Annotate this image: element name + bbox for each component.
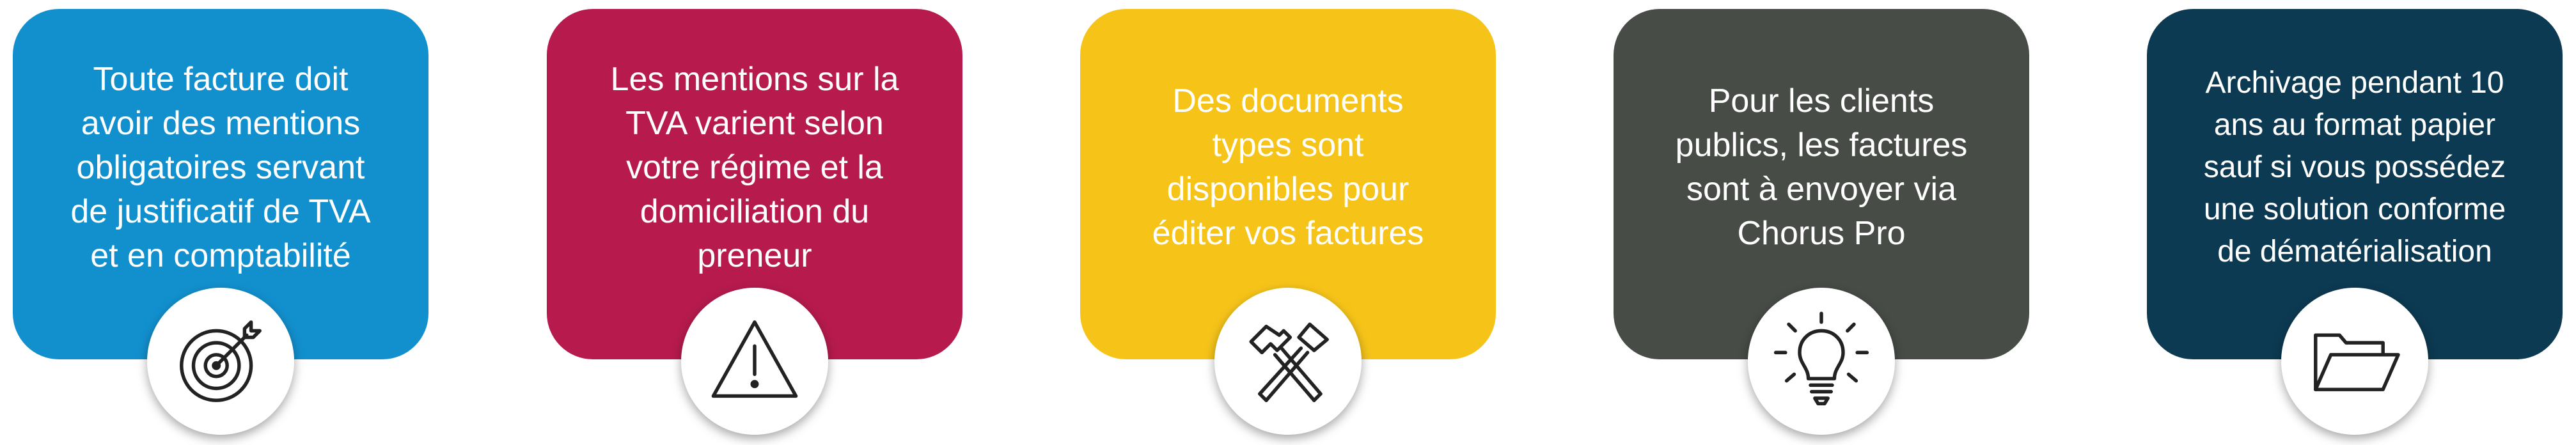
- icon-badge: [681, 288, 828, 435]
- card-text: Archivage pendant 10 ans au format papie…: [2203, 66, 2506, 269]
- warning-icon: [711, 320, 798, 398]
- target-icon: [180, 320, 262, 402]
- icon-badge: [1748, 288, 1895, 435]
- hammers-icon: [1249, 322, 1329, 402]
- icon-badge: [147, 288, 294, 435]
- icon-badge: [1214, 288, 1362, 435]
- icon-badge: [2281, 288, 2428, 435]
- card-text: Toute facture doit avoir des mentions ob…: [70, 60, 371, 274]
- folder-icon: [2314, 333, 2400, 391]
- card-text: Les mentions sur la TVA varient selon vo…: [610, 60, 899, 274]
- card-text: Des documents types sont disponibles pou…: [1152, 82, 1424, 252]
- card-mentions-obligatoires: Toute facture doit avoir des mentions ob…: [13, 9, 428, 435]
- card-documents-types: Des documents types sont disponibles pou…: [1080, 9, 1496, 435]
- card-text: Pour les clients publics, les factures s…: [1675, 82, 1968, 252]
- card-archivage: Archivage pendant 10 ans au format papie…: [2147, 9, 2563, 435]
- card-mentions-tva: Les mentions sur la TVA varient selon vo…: [547, 9, 962, 435]
- lightbulb-icon: [1773, 311, 1869, 406]
- card-clients-publics: Pour les clients publics, les factures s…: [1614, 9, 2029, 435]
